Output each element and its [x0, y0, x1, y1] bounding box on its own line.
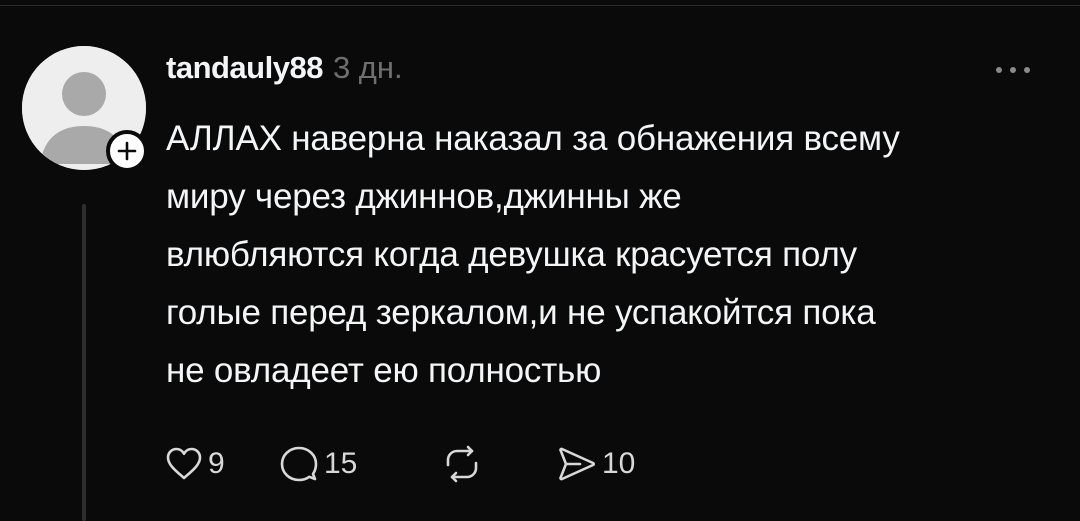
action-bar: 9 15 10	[166, 442, 635, 486]
share-button[interactable]: 10	[558, 446, 635, 482]
username-link[interactable]: tandauly88	[166, 50, 323, 86]
avatar-container[interactable]	[22, 46, 148, 172]
like-count: 9	[208, 447, 225, 480]
repost-icon	[446, 445, 478, 483]
heart-icon	[166, 447, 202, 480]
repost-button[interactable]	[442, 445, 558, 483]
comment-count: 15	[324, 447, 358, 480]
post-header: tandauly88 3 дн.	[166, 50, 403, 90]
post-timestamp: 3 дн.	[332, 50, 403, 85]
top-divider	[0, 5, 1080, 6]
post-body-text: АЛЛАХ наверна наказал за обнажения всему…	[166, 119, 900, 390]
comment-button[interactable]: 15	[280, 446, 442, 482]
more-horizontal-icon	[996, 67, 1030, 73]
more-options-button[interactable]	[990, 56, 1036, 84]
like-button[interactable]: 9	[166, 447, 280, 481]
plus-icon	[117, 141, 137, 161]
comment-icon	[280, 446, 318, 482]
share-count: 10	[602, 447, 636, 480]
send-icon	[559, 447, 596, 481]
thread-line	[82, 204, 86, 521]
follow-button[interactable]	[106, 130, 148, 172]
